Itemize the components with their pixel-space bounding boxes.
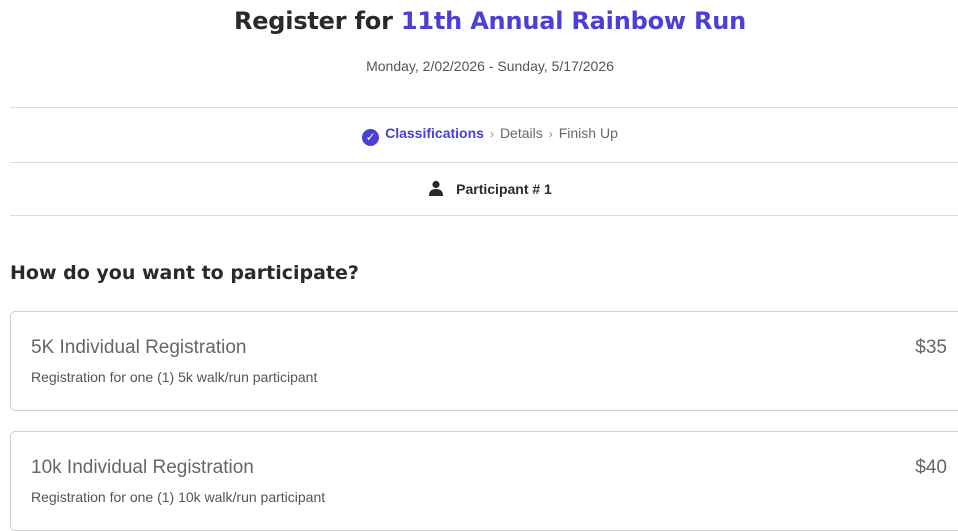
step-classifications[interactable]: Classifications — [385, 125, 484, 141]
option-description: Registration for one (1) 10k walk/run pa… — [31, 489, 326, 505]
step-progress: ✓ Classifications › Details › Finish Up — [0, 125, 958, 146]
option-title: 10k Individual Registration — [31, 457, 254, 478]
check-circle-icon: ✓ — [362, 129, 380, 146]
option-title: 5K Individual Registration — [31, 337, 247, 358]
step-finish-up: Finish Up — [558, 125, 618, 141]
option-price: $35 — [915, 337, 947, 358]
participant-header: Participant # 1 — [0, 180, 958, 197]
option-10k-individual[interactable]: 10k Individual Registration $40 Registra… — [10, 431, 958, 531]
page-title: Register for 11th Annual Rainbow Run — [0, 4, 958, 38]
divider — [10, 107, 958, 108]
participant-label: Participant # 1 — [456, 181, 552, 197]
participation-question: How do you want to participate? — [10, 262, 359, 284]
person-icon — [429, 180, 444, 196]
option-description: Registration for one (1) 5k walk/run par… — [31, 369, 318, 385]
chevron-right-icon: › — [489, 127, 494, 141]
option-price: $40 — [915, 457, 947, 478]
divider — [10, 215, 958, 216]
chevron-right-icon: › — [548, 127, 553, 141]
divider — [10, 162, 958, 163]
step-details: Details — [499, 125, 543, 141]
event-name: 11th Annual Rainbow Run — [400, 7, 747, 35]
title-prefix: Register for — [233, 7, 401, 35]
option-5k-individual[interactable]: 5K Individual Registration $35 Registrat… — [10, 311, 958, 411]
event-dates: Monday, 2/02/2026 - Sunday, 5/17/2026 — [366, 58, 614, 74]
